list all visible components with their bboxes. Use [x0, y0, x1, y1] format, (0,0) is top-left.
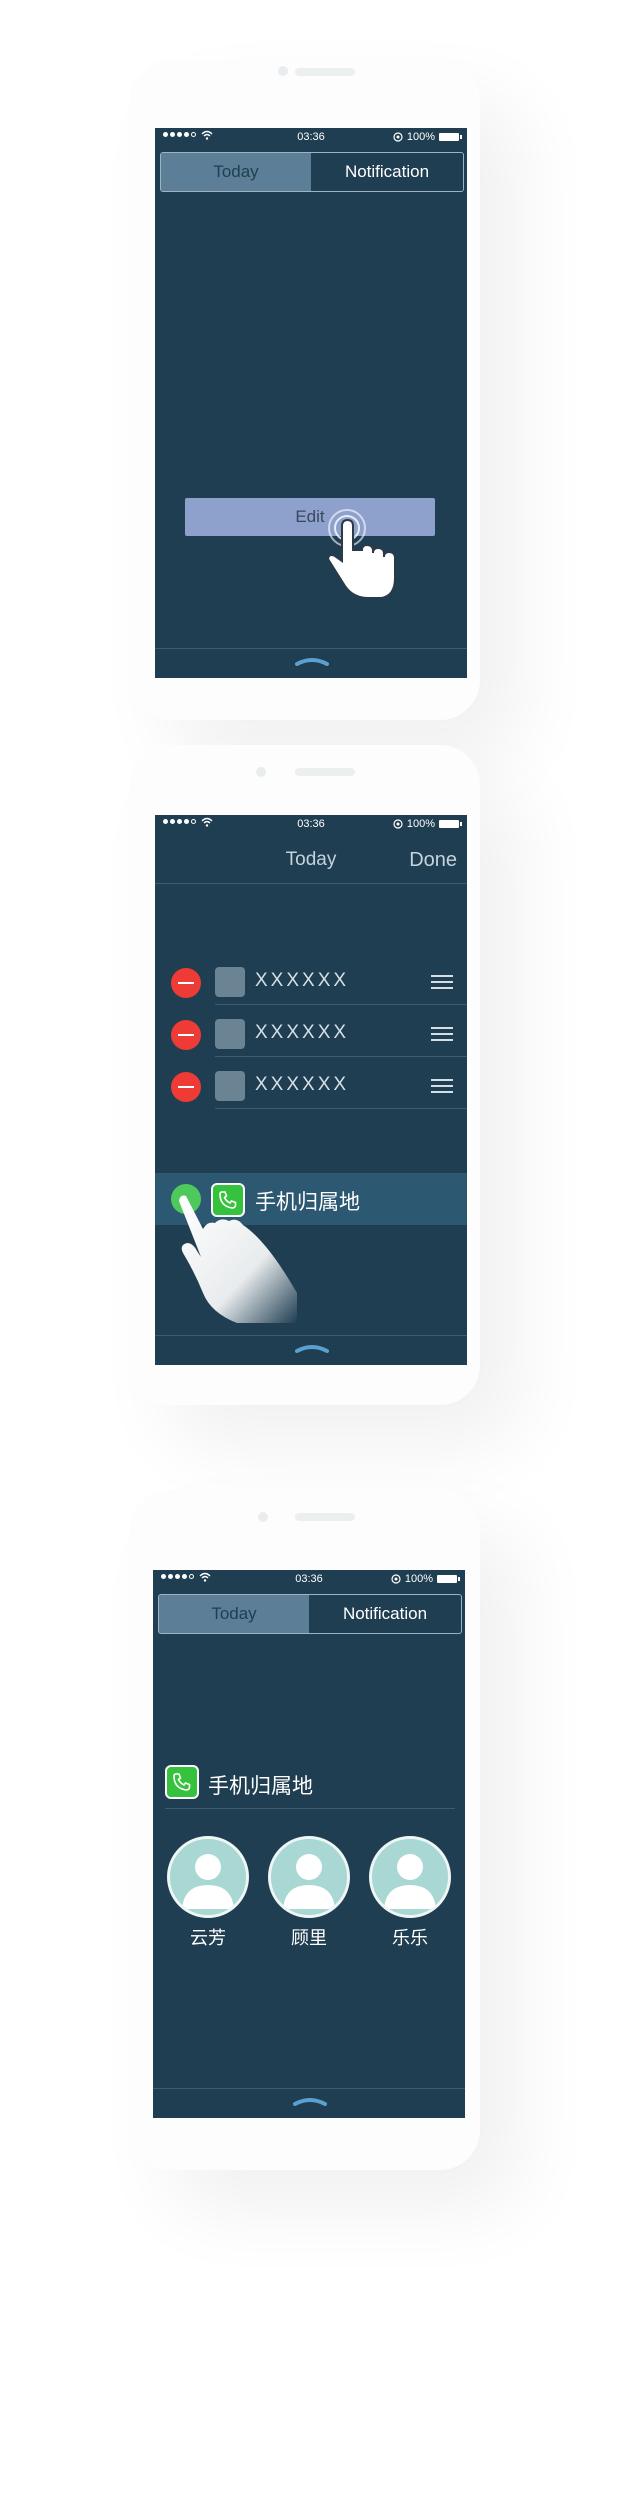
reorder-icon[interactable] — [431, 1027, 453, 1041]
list-item: XXXXXX — [155, 953, 467, 1005]
widget-label: XXXXXX — [255, 1074, 350, 1095]
status-bar: 03:36 100% — [155, 128, 467, 146]
contact-item[interactable]: 顾里 — [268, 1836, 350, 1950]
bottom-divider — [155, 1335, 467, 1336]
list-item: XXXXXX — [155, 1005, 467, 1057]
rotation-lock-icon — [393, 819, 403, 829]
grabber-handle-icon[interactable] — [295, 1343, 329, 1353]
row-divider — [215, 1108, 467, 1109]
grabber-handle-icon[interactable] — [293, 2096, 327, 2106]
contact-name: 乐乐 — [392, 1928, 428, 1948]
widget-label: XXXXXX — [255, 1022, 350, 1043]
person-avatar-icon — [268, 1836, 350, 1918]
done-button[interactable]: Done — [409, 849, 457, 872]
reorder-icon[interactable] — [431, 1079, 453, 1093]
list-item: XXXXXX — [155, 1057, 467, 1109]
screen-2: 03:36 100% Today Done XXXXXX XXXXXX XXXX… — [155, 815, 467, 1365]
tab-notification[interactable]: Notification — [311, 153, 463, 191]
remove-icon[interactable] — [171, 1072, 201, 1102]
tab-today[interactable]: Today — [161, 153, 311, 191]
battery-icon — [439, 133, 462, 141]
widget-placeholder-icon — [215, 1071, 245, 1101]
segmented-control: Today Notification — [158, 1594, 462, 1634]
contact-name: 云芳 — [190, 1928, 226, 1948]
rotation-lock-icon — [393, 132, 403, 142]
widget-placeholder-icon — [215, 1019, 245, 1049]
tab-notification[interactable]: Notification — [309, 1595, 461, 1633]
front-camera — [256, 767, 266, 777]
battery-percent: 100% — [406, 131, 435, 143]
battery-percent: 100% — [404, 1573, 433, 1585]
rotation-lock-icon — [391, 1574, 401, 1584]
speaker-grille — [295, 768, 355, 776]
person-avatar-icon — [369, 1836, 451, 1918]
contact-item[interactable]: 云芳 — [167, 1836, 249, 1950]
phone-icon — [165, 1765, 199, 1799]
speaker-grille — [295, 68, 355, 76]
bottom-divider — [153, 2088, 465, 2089]
status-bar: 03:36 100% — [153, 1570, 465, 1588]
contact-item[interactable]: 乐乐 — [369, 1836, 451, 1950]
battery-percent: 100% — [406, 818, 435, 830]
front-camera — [258, 1512, 268, 1522]
nav-divider — [155, 883, 467, 884]
contact-name: 顾里 — [291, 1928, 327, 1948]
pointing-hand-icon — [179, 1195, 297, 1323]
grabber-handle-icon[interactable] — [295, 656, 329, 666]
bottom-divider — [155, 648, 467, 649]
person-avatar-icon — [167, 1836, 249, 1918]
widget-divider — [165, 1808, 455, 1809]
battery-icon — [439, 820, 462, 828]
screen-3: 03:36 100% Today Notification 手机归属地 云芳 顾… — [153, 1570, 465, 2118]
remove-icon[interactable] — [171, 968, 201, 998]
battery-icon — [437, 1575, 460, 1583]
remove-icon[interactable] — [171, 1020, 201, 1050]
widget-label: XXXXXX — [255, 970, 350, 991]
widget-title: 手机归属地 — [208, 1775, 313, 1798]
status-bar: 03:36 100% — [155, 815, 467, 833]
pointing-hand-icon — [326, 509, 396, 599]
tab-today[interactable]: Today — [159, 1595, 309, 1633]
front-camera — [278, 66, 288, 76]
widget-placeholder-icon — [215, 967, 245, 997]
reorder-icon[interactable] — [431, 975, 453, 989]
speaker-grille — [295, 1513, 355, 1521]
screen-1: 03:36 100% Today Notification Edit — [155, 128, 467, 678]
segmented-control: Today Notification — [160, 152, 464, 192]
